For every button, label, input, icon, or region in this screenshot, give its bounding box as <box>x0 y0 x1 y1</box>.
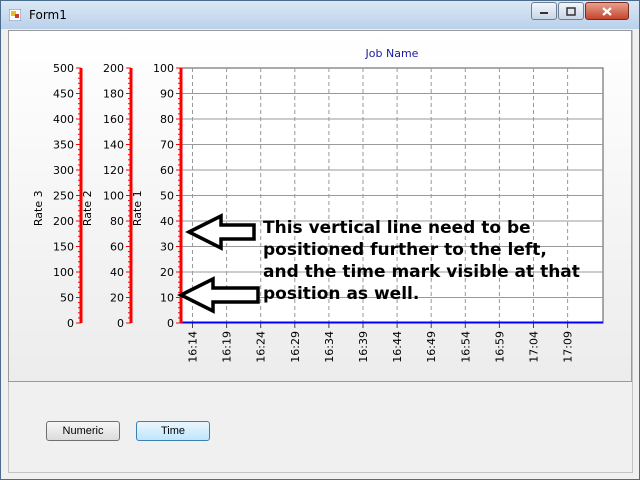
close-button[interactable] <box>585 2 629 20</box>
y-tick-label: 350 <box>53 139 74 152</box>
y-tick-label: 100 <box>153 62 174 75</box>
maximize-button[interactable] <box>558 2 584 20</box>
y-tick-label: 300 <box>53 164 74 177</box>
y-axis-title: Rate 1 <box>131 190 144 226</box>
close-icon <box>602 6 612 16</box>
y-tick-label: 200 <box>103 62 124 75</box>
x-tick-label: 16:44 <box>391 331 404 363</box>
y-tick-label: 120 <box>103 164 124 177</box>
y-tick-label: 60 <box>110 241 124 254</box>
y-tick-label: 40 <box>160 215 174 228</box>
annotation-line: This vertical line need to be <box>263 218 531 238</box>
x-tick-label: 16:29 <box>289 331 302 363</box>
y-tick-label: 30 <box>160 241 174 254</box>
x-tick-label: 16:39 <box>357 331 370 363</box>
chart-title: Job Name <box>365 47 419 60</box>
y-tick-label: 80 <box>110 215 124 228</box>
form1-window: Form1 Job Name 16:14 16:19 16:24 16:29 16:34… <box>0 0 640 480</box>
numeric-button[interactable]: Numeric <box>46 421 120 441</box>
y-tick-label: 450 <box>53 88 74 101</box>
annotation-line: position as well. <box>263 284 420 304</box>
x-tick-label: 16:14 <box>187 331 200 363</box>
chart: Job Name 16:14 16:19 16:24 16:29 16:34 16:39 1… <box>32 47 604 363</box>
annotation-line: positioned further to the left, <box>263 240 547 260</box>
y-tick-label: 20 <box>110 292 124 305</box>
y-tick-label: 500 <box>53 62 74 75</box>
minimize-icon <box>540 12 548 14</box>
maximize-icon <box>566 6 576 16</box>
y-tick-label: 40 <box>110 266 124 279</box>
left-arrow-icon <box>177 276 260 314</box>
x-tick-label: 16:24 <box>255 331 268 363</box>
y-tick-label: 250 <box>53 190 74 203</box>
y-tick-label: 200 <box>53 215 74 228</box>
x-tick-label: 17:09 <box>562 331 575 363</box>
title-bar[interactable]: Form1 <box>1 1 639 29</box>
x-tick-label: 16:54 <box>459 331 472 363</box>
y-tick-label: 0 <box>67 317 74 330</box>
app-icon <box>9 9 21 21</box>
time-button[interactable]: Time <box>136 421 210 441</box>
y-tick-label: 60 <box>160 164 174 177</box>
chart-panel: Job Name 16:14 16:19 16:24 16:29 16:34 16:39 1… <box>8 30 632 382</box>
y-axis-title: Rate 2 <box>81 190 94 226</box>
y-tick-label: 160 <box>103 113 124 126</box>
y-tick-label: 0 <box>167 317 174 330</box>
left-arrow-icon <box>185 213 256 251</box>
y-tick-label: 50 <box>60 292 74 305</box>
annotation-text: This vertical line need to be positioned… <box>263 217 580 305</box>
y-tick-label: 20 <box>160 266 174 279</box>
y-tick-label: 0 <box>117 317 124 330</box>
minimize-button[interactable] <box>531 2 557 20</box>
y-tick-label: 150 <box>53 241 74 254</box>
y-tick-label: 50 <box>160 190 174 203</box>
y-tick-label: 180 <box>103 88 124 101</box>
annotation-line: and the time mark visible at that <box>263 262 580 282</box>
y-tick-label: 90 <box>160 88 174 101</box>
y-tick-label: 400 <box>53 113 74 126</box>
y-tick-label: 10 <box>160 292 174 305</box>
x-tick-label: 16:49 <box>425 331 438 363</box>
y-tick-label: 100 <box>53 266 74 279</box>
x-tick-label: 17:04 <box>528 331 541 363</box>
y-tick-label: 70 <box>160 139 174 152</box>
x-tick-label: 16:19 <box>221 331 234 363</box>
x-tick-label: 16:59 <box>493 331 506 363</box>
y-tick-label: 100 <box>103 190 124 203</box>
window-title: Form1 <box>29 8 67 22</box>
y-tick-label: 140 <box>103 139 124 152</box>
annotation-arrows <box>177 213 260 314</box>
y-tick-label: 80 <box>160 113 174 126</box>
x-tick-label: 16:34 <box>323 331 336 363</box>
y-axis-title: Rate 3 <box>32 190 45 226</box>
